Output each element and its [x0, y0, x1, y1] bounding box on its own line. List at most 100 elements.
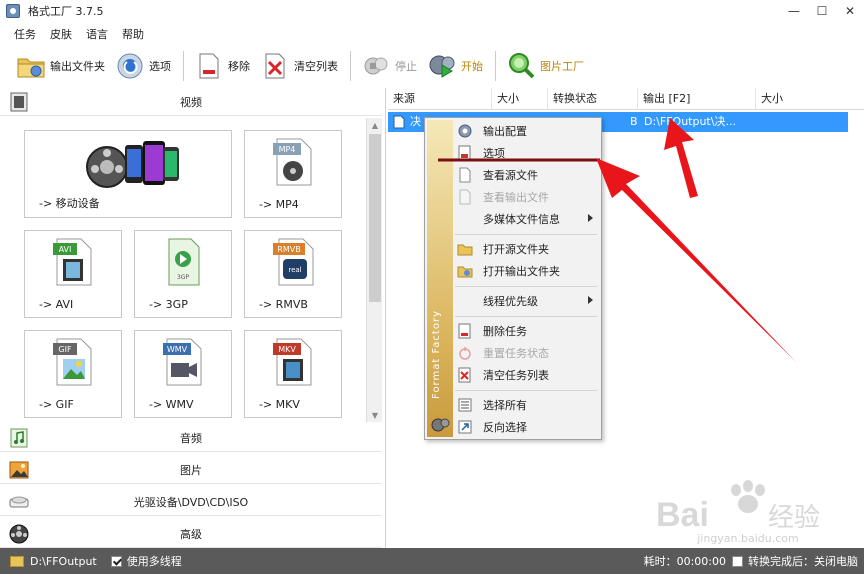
menu-skin[interactable]: 皮肤 [50, 26, 72, 42]
scroll-up-arrow-icon[interactable]: ▲ [367, 118, 383, 132]
menu-separator [455, 390, 597, 391]
close-button[interactable]: ✕ [836, 0, 864, 22]
rmvb-file-icon: RMVB real [273, 238, 314, 286]
menu-language[interactable]: 语言 [86, 26, 108, 42]
column-output-size[interactable]: 大小 [756, 88, 846, 110]
category-advanced[interactable]: 高级 [0, 520, 382, 548]
output-folder-button[interactable]: 输出文件夹 [12, 48, 109, 84]
tiles-scrollbar[interactable]: ▲ ▼ [366, 118, 382, 422]
clear-list-icon [265, 53, 285, 79]
wmv-file-icon: WMV [163, 338, 202, 386]
scrollbar-thumb[interactable] [369, 134, 381, 302]
tile-wmv[interactable]: WMV -> WMV [134, 330, 232, 418]
stop-label: 停止 [395, 60, 417, 73]
tile-mp4[interactable]: MP4 -> MP4 [244, 130, 342, 218]
music-note-icon [10, 428, 28, 447]
ctx-delete-task[interactable]: 删除任务 [455, 320, 599, 342]
status-bar: D:\FFOutput 使用多线程 耗时：00:00:00 转换完成后：关闭电脑 [0, 548, 864, 574]
tile-3gp[interactable]: 3GP -> 3GP [134, 230, 232, 318]
avi-badge-text: AVI [59, 245, 72, 254]
menu-task[interactable]: 任务 [14, 26, 36, 42]
menu-separator [455, 316, 597, 317]
category-video[interactable]: 视频 [0, 88, 382, 116]
tile-rmvb-label: -> RMVB [259, 298, 308, 311]
blank-icon [457, 293, 473, 309]
column-size[interactable]: 大小 [492, 88, 548, 110]
category-rom-device[interactable]: 光驱设备\DVD\CD\ISO [0, 488, 382, 516]
category-picture[interactable]: 图片 [0, 456, 382, 484]
start-button[interactable]: 开始 [423, 48, 487, 84]
column-source[interactable]: 来源 [388, 88, 492, 110]
column-status[interactable]: 转换状态 [548, 88, 638, 110]
status-right: 耗时：00:00:00 转换完成后：关闭电脑 [644, 548, 858, 574]
ctx-reset-status[interactable]: 重置任务状态 [455, 342, 599, 364]
ctx-media-info-label: 多媒体文件信息 [483, 213, 560, 226]
tile-mobile-label: -> 移动设备 [39, 197, 100, 210]
left-panel: 视频 -> 移动设备 MP4 -> MP4 AVI -> AVI 3GP -> … [0, 88, 386, 548]
column-output[interactable]: 输出 [F2] [638, 88, 756, 110]
reset-icon [459, 347, 471, 360]
ctx-options[interactable]: 选项 [455, 142, 599, 164]
watermark-brand: Bai [656, 496, 709, 534]
remove-button[interactable]: 移除 [190, 48, 254, 84]
tile-wmv-label: -> WMV [149, 398, 194, 411]
ctx-media-info[interactable]: 多媒体文件信息 [455, 208, 599, 230]
minimize-button[interactable]: — [780, 0, 808, 22]
mkv-badge-text: MKV [278, 345, 296, 354]
stop-icon [364, 57, 388, 75]
invert-selection-icon [458, 420, 472, 434]
ctx-output-config[interactable]: 输出配置 [455, 120, 599, 142]
multithread-checkbox[interactable] [110, 555, 122, 567]
clear-list-button[interactable]: 清空列表 [256, 48, 342, 84]
film-icon [10, 92, 28, 111]
menu-separator [455, 286, 597, 287]
document-disabled-icon [459, 189, 471, 205]
ctx-view-source-label: 查看源文件 [483, 169, 538, 182]
category-video-label: 视频 [180, 95, 202, 109]
ctx-open-source-folder[interactable]: 打开源文件夹 [455, 238, 599, 260]
advanced-reel-icon [9, 524, 29, 543]
ctx-view-output[interactable]: 查看输出文件 [455, 186, 599, 208]
gear-icon [458, 124, 472, 138]
ctx-view-source[interactable]: 查看源文件 [455, 164, 599, 186]
picture-factory-button[interactable]: 图片工厂 [502, 48, 588, 84]
tile-mobile[interactable]: -> 移动设备 [24, 130, 232, 218]
options-icon [458, 145, 471, 161]
category-audio[interactable]: 音频 [0, 424, 382, 452]
scroll-down-arrow-icon[interactable]: ▼ [367, 408, 383, 422]
options-button[interactable]: 选项 [111, 48, 175, 84]
clear-list-label: 清空列表 [294, 60, 338, 73]
ctx-thread-priority[interactable]: 线程优先级 [455, 290, 599, 312]
output-folder-icon[interactable] [10, 555, 24, 567]
category-advanced-label: 高级 [180, 527, 202, 541]
task-output: D:\FFOutput\决... [644, 115, 736, 128]
stop-button[interactable]: 停止 [357, 48, 421, 84]
ctx-invert-selection[interactable]: 反向选择 [455, 416, 599, 438]
wmv-badge-text: WMV [167, 345, 188, 354]
ctx-clear-tasks[interactable]: 清空任务列表 [455, 364, 599, 386]
maximize-button[interactable]: ☐ [808, 0, 836, 22]
tile-gif[interactable]: GIF -> GIF [24, 330, 122, 418]
ctx-delete-task-label: 删除任务 [483, 325, 527, 338]
output-path[interactable]: D:\FFOutput [30, 555, 97, 568]
submenu-arrow-icon [588, 214, 593, 222]
tile-mkv[interactable]: MKV -> MKV [244, 330, 342, 418]
tile-rmvb[interactable]: RMVB real -> RMVB [244, 230, 342, 318]
remove-label: 移除 [228, 60, 250, 73]
task-source: 决 [410, 115, 421, 128]
menu-help[interactable]: 帮助 [122, 26, 144, 42]
tile-gif-label: -> GIF [39, 398, 74, 411]
ctx-thread-priority-label: 线程优先级 [483, 295, 538, 308]
magnifier-icon [509, 53, 535, 79]
format-factory-logo-icon [431, 418, 450, 432]
mp4-badge-text: MP4 [279, 145, 296, 154]
multithread-label: 使用多线程 [126, 555, 182, 568]
ctx-select-all[interactable]: 选择所有 [455, 394, 599, 416]
after-convert-checkbox[interactable] [732, 555, 743, 567]
tile-avi[interactable]: AVI -> AVI [24, 230, 122, 318]
select-all-icon [458, 398, 472, 412]
tile-3gp-label: -> 3GP [149, 298, 188, 311]
task-list-header: 来源 大小 转换状态 输出 [F2] 大小 [388, 88, 864, 110]
ctx-output-config-label: 输出配置 [483, 125, 527, 138]
ctx-open-output-folder[interactable]: 打开输出文件夹 [455, 260, 599, 282]
